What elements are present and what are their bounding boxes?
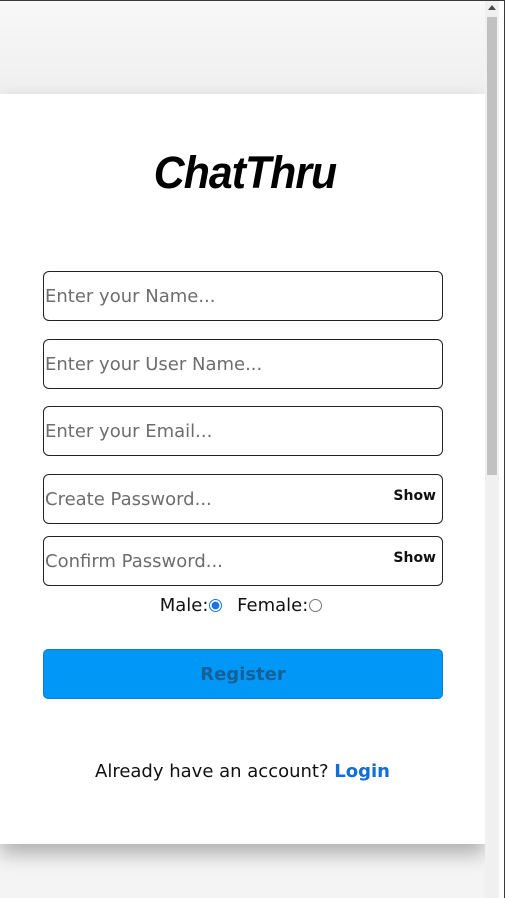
show-password-button[interactable]: Show [393,488,436,504]
gender-male-radio[interactable] [209,598,223,612]
app-logo: ChatThru [153,147,337,198]
name-field[interactable] [43,271,443,321]
email-input[interactable] [44,407,441,455]
login-prompt: Already have an account? Login [0,761,485,782]
window-edge [499,0,505,898]
scroll-up-arrow-icon[interactable] [488,5,496,10]
name-input[interactable] [44,272,441,320]
login-prompt-text: Already have an account? [95,761,329,782]
email-field[interactable] [43,406,443,456]
password-input[interactable] [44,475,385,523]
gender-female-label: Female: [237,594,309,616]
vertical-scrollbar[interactable] [485,0,499,898]
show-confirm-password-button[interactable]: Show [393,550,436,566]
gender-selector: Male: Female: [0,594,485,616]
gender-female-radio[interactable] [309,598,323,612]
login-link[interactable]: Login [334,761,390,782]
confirm-password-field[interactable]: Show [43,536,443,586]
username-input[interactable] [44,340,441,388]
signup-card: ChatThru Show Show Male: Female: Registe… [0,94,485,844]
page-background-top [0,0,485,94]
confirm-password-input[interactable] [44,537,385,585]
register-button-label: Register [200,663,286,685]
gender-male-label: Male: [159,594,209,616]
register-button[interactable]: Register [43,649,443,699]
username-field[interactable] [43,339,443,389]
scrollbar-thumb[interactable] [487,17,497,475]
password-field[interactable]: Show [43,474,443,524]
